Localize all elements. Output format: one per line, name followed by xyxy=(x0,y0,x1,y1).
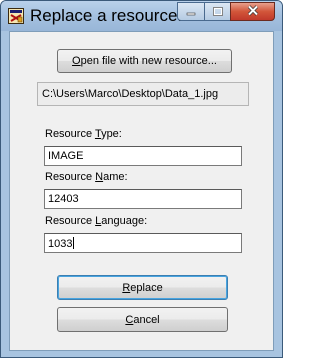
file-path-display: C:\Users\Marco\Desktop\Data_1.jpg xyxy=(37,82,249,106)
close-icon xyxy=(247,3,259,21)
text-caret xyxy=(73,237,75,249)
close-button[interactable] xyxy=(230,2,275,21)
open-file-button[interactable]: Open file with new resource... xyxy=(57,49,232,73)
resource-type-input[interactable]: IMAGE xyxy=(44,146,242,166)
replace-button-label: Replace xyxy=(122,281,163,294)
dialog-client-area: Open file with new resource... C:\Users\… xyxy=(9,31,274,351)
cancel-button-label: Cancel xyxy=(125,313,160,326)
open-file-button-label: Open file with new resource... xyxy=(72,55,217,67)
title-bar[interactable]: Replace a resource... xyxy=(1,1,282,31)
maximize-button[interactable] xyxy=(204,2,230,21)
caption-buttons xyxy=(177,2,275,21)
replace-resource-dialog: Replace a resource... Open file with new… xyxy=(0,0,283,358)
window-title: Replace a resource... xyxy=(30,6,192,25)
replace-button[interactable]: Replace xyxy=(57,275,228,300)
maximize-icon xyxy=(212,3,223,21)
resource-name-input[interactable]: 12403 xyxy=(44,189,242,209)
resource-name-label: Resource Name: xyxy=(45,171,128,183)
resource-language-label: Resource Language: xyxy=(45,215,148,227)
resource-app-icon xyxy=(8,8,24,24)
minimize-icon xyxy=(186,3,196,21)
minimize-button[interactable] xyxy=(177,2,204,21)
resource-language-input[interactable]: 1033 xyxy=(44,233,242,253)
resource-type-label: Resource Type: xyxy=(45,128,122,140)
cancel-button[interactable]: Cancel xyxy=(57,307,228,332)
